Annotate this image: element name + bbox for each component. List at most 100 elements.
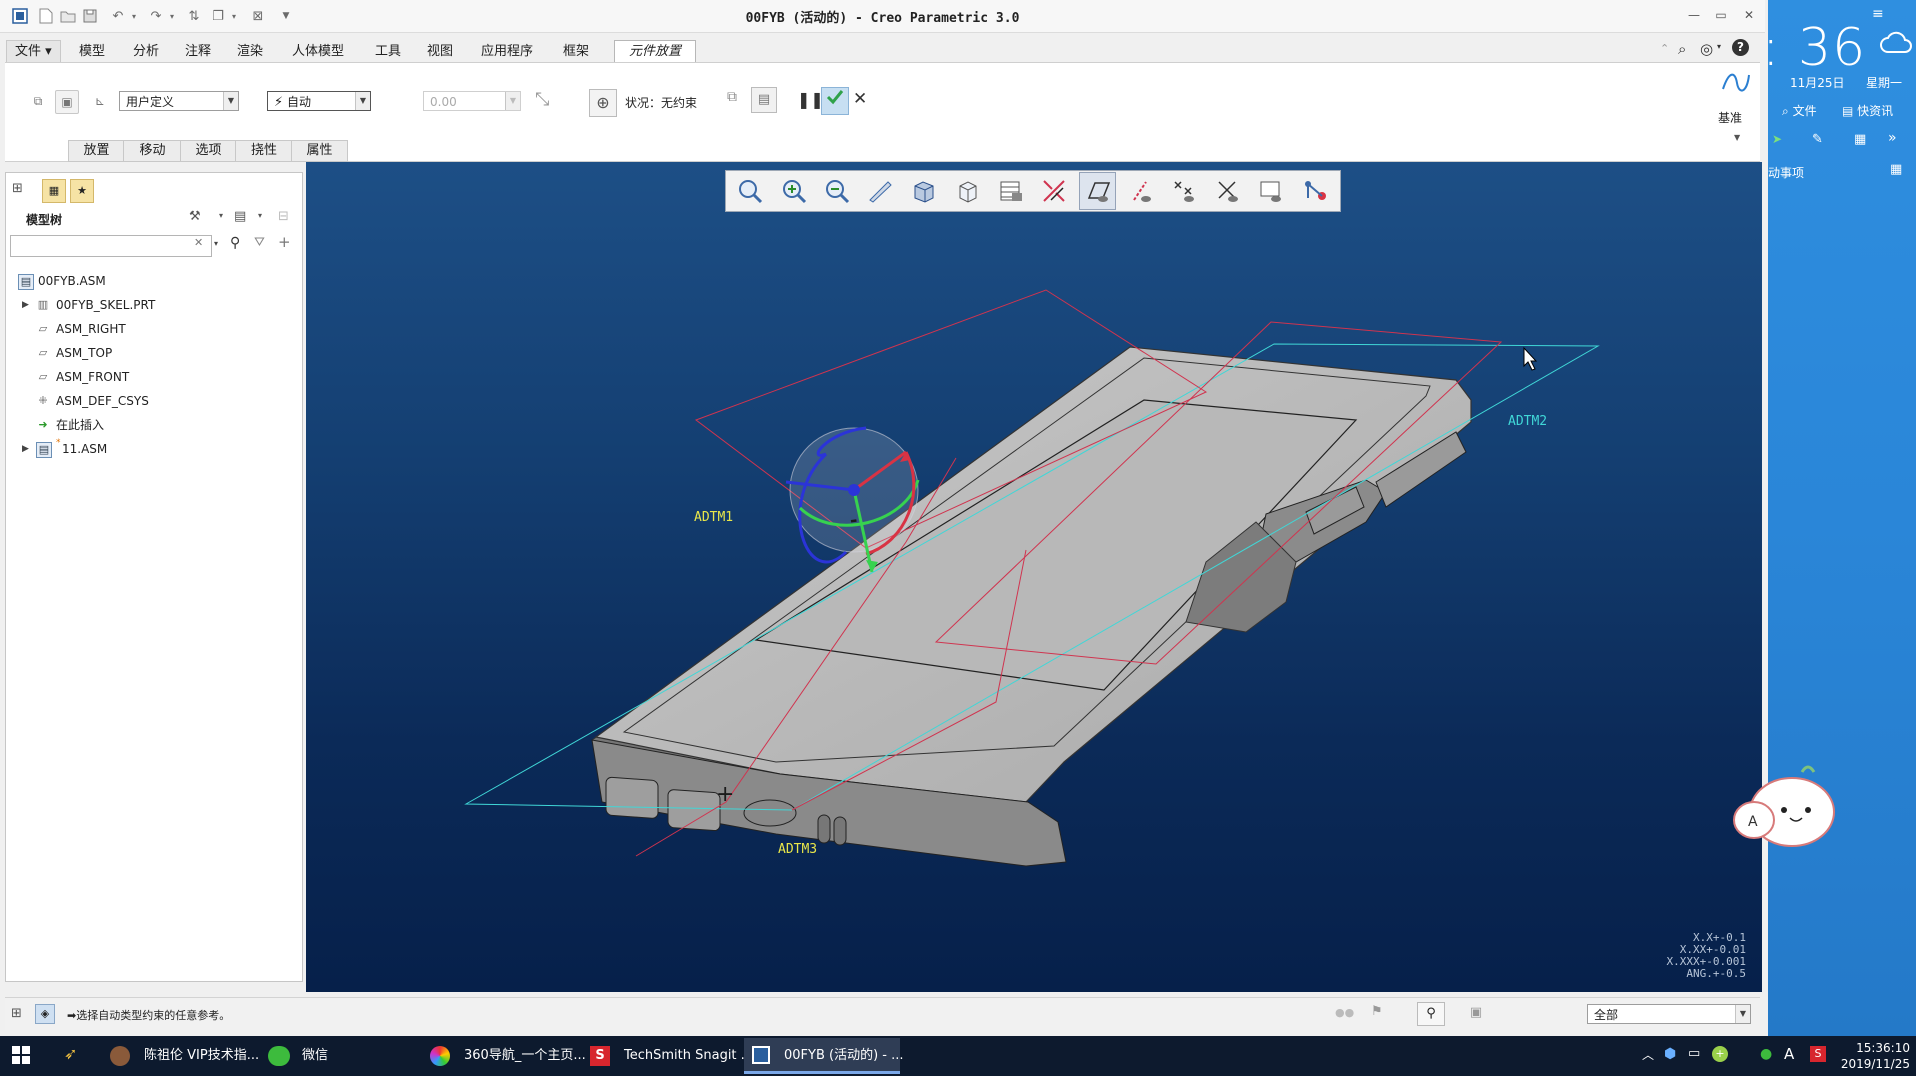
zoom-out-button[interactable] — [819, 172, 855, 210]
tree-columns-icon[interactable]: ▤ — [234, 209, 246, 224]
datum-label-adtm1[interactable]: ADTM1 — [694, 510, 733, 525]
widget-file-button[interactable]: ⌕ 文件 — [1782, 102, 1817, 119]
tree-settings-dropdown-icon[interactable]: ▾ — [219, 211, 223, 220]
tab-flexibility[interactable]: 挠性 — [235, 140, 293, 162]
tab-tools[interactable]: 工具 — [366, 40, 410, 64]
assembly-window-icon[interactable]: ▤ — [751, 87, 777, 113]
tab-render[interactable]: 渲染 — [228, 40, 272, 64]
move-dragger-icon[interactable]: ⊕ — [589, 89, 617, 117]
cancel-button[interactable]: ✕ — [853, 89, 867, 109]
taskbar-item-snagit[interactable]: S TechSmith Snagit ... — [584, 1038, 753, 1074]
repaint-button[interactable] — [862, 172, 898, 210]
tab-analysis[interactable]: 分析 — [124, 40, 168, 64]
expand-icon[interactable]: ▶ — [22, 437, 32, 461]
axis-display-button[interactable] — [1123, 172, 1159, 210]
tab-annotate[interactable]: 注释 — [176, 40, 220, 64]
show-icon[interactable]: ⊟ — [278, 209, 289, 224]
find-icon[interactable]: ⚲ — [230, 235, 240, 251]
show-hidden-icons-icon[interactable]: ︿ — [1642, 1046, 1654, 1063]
datum-icon[interactable] — [1721, 71, 1751, 98]
tab-manikin[interactable]: 人体模型 — [283, 40, 353, 64]
ime-indicator[interactable]: A — [1784, 1045, 1794, 1063]
collapse-ribbon-icon[interactable]: ⌃ — [1660, 42, 1669, 55]
use-interface-constraints-icon[interactable]: ⧉ — [27, 90, 49, 112]
clear-search-icon[interactable]: ✕ — [194, 236, 203, 249]
constraint-type-select[interactable]: ⚡ 自动 ▼ — [267, 91, 371, 111]
arrow-right-icon[interactable]: ➤ — [1772, 132, 1782, 146]
tray-wechat-icon[interactable]: ● — [1760, 1046, 1772, 1062]
datum-dropdown-icon[interactable]: ▼ — [1734, 133, 1740, 142]
tray-security-icon[interactable]: + — [1712, 1046, 1728, 1062]
flag-icon[interactable]: ⚑ — [1371, 1004, 1383, 1019]
tab-placement[interactable]: 放置 — [68, 140, 125, 162]
widget-news-button[interactable]: ▤ 快资讯 — [1842, 102, 1893, 119]
tray-sogou-icon[interactable]: S — [1810, 1046, 1826, 1062]
point-display-button[interactable] — [1166, 172, 1202, 210]
tree-settings-icon[interactable]: ⚒ — [189, 209, 201, 224]
minimize-button[interactable]: — — [1685, 8, 1703, 24]
separate-window-icon[interactable]: ⧉ — [727, 89, 737, 105]
selection-filter-select[interactable]: 全部 ▼ — [1587, 1004, 1751, 1024]
tab-options[interactable]: 选项 — [180, 140, 237, 162]
filter-icon[interactable]: ⛛ — [254, 235, 265, 250]
calendar-icon[interactable]: ▦ — [1854, 132, 1866, 147]
tree-columns-dropdown-icon[interactable]: ▾ — [258, 211, 262, 220]
community-dropdown-icon[interactable]: ▾ — [1717, 42, 1721, 51]
datum-label-adtm2[interactable]: ADTM2 — [1508, 414, 1547, 429]
refit-button[interactable] — [732, 172, 768, 210]
model-tree-tab-icon[interactable]: ⊞ — [12, 181, 32, 201]
tab-properties[interactable]: 属性 — [291, 140, 348, 162]
tab-framework[interactable]: 框架 — [554, 40, 598, 64]
maximize-button[interactable]: ▭ — [1712, 8, 1730, 24]
graphics-viewport[interactable]: - + ADTM1 ADTM2 ADTM3 X.X+-0.1 X.XX+-0.0… — [306, 162, 1762, 992]
tab-move[interactable]: 移动 — [123, 140, 182, 162]
tab-view[interactable]: 视图 — [418, 40, 462, 64]
datum-label[interactable]: 基准 — [1718, 109, 1742, 126]
network-icon[interactable]: ▭ — [1688, 1046, 1700, 1061]
csys-display-button[interactable] — [1210, 172, 1246, 210]
expand-icon[interactable]: ▶ — [22, 293, 32, 317]
model-tree-search-input[interactable] — [10, 235, 212, 257]
taskbar-item-wechat[interactable]: 微信 — [262, 1038, 412, 1074]
view-manager-button[interactable] — [993, 172, 1029, 210]
plane-display-button[interactable] — [1079, 172, 1116, 210]
connection-type-icon[interactable]: ⊾ — [89, 90, 111, 112]
selection-buffer-icon[interactable]: ▣ — [1465, 1002, 1487, 1024]
search-options-dropdown-icon[interactable]: ▾ — [214, 239, 218, 248]
add-icon[interactable]: + — [278, 233, 291, 251]
zoom-in-button[interactable] — [775, 172, 811, 210]
menu-icon[interactable]: ≡ — [1872, 6, 1884, 22]
todo-label[interactable]: 动事项 — [1768, 164, 1804, 181]
use-placement-constraints-icon[interactable]: ▣ — [55, 90, 79, 114]
taskbar-item-browser[interactable]: 陈祖伦 VIP技术指... — [104, 1038, 259, 1074]
tab-component-placement[interactable]: 元件放置 — [614, 40, 697, 63]
annotation-display-button[interactable] — [1253, 172, 1289, 210]
tab-file[interactable]: 文件 ▾ — [6, 40, 61, 64]
taskbar-clock[interactable]: 15:36:10 2019/11/25 — [1836, 1040, 1910, 1072]
datum-display-filters-button[interactable] — [1036, 172, 1072, 210]
tray-app-icon[interactable]: ⬢ — [1664, 1046, 1676, 1062]
display-style-button[interactable] — [906, 172, 942, 210]
help-icon[interactable]: ? — [1732, 39, 1749, 56]
flip-constraint-icon[interactable]: ⤡ — [535, 89, 549, 110]
taskbar-item-creo[interactable]: 00FYB (活动的) - ... — [744, 1038, 904, 1074]
favorites-tab-icon[interactable]: ★ — [70, 179, 94, 203]
datum-label-adtm3[interactable]: ADTM3 — [778, 842, 817, 857]
saved-orientations-button[interactable] — [949, 172, 985, 210]
tab-applications[interactable]: 应用程序 — [472, 40, 542, 64]
spin-center-button[interactable] — [1296, 172, 1332, 210]
expand-icon[interactable]: » — [1888, 130, 1897, 146]
find-button[interactable]: ⚲ — [1417, 1002, 1445, 1026]
mascot-sticker[interactable]: A — [1732, 760, 1842, 853]
offset-input[interactable]: 0.00 ▼ — [423, 91, 521, 111]
recording-icon[interactable]: ●● — [1335, 1006, 1354, 1019]
browser-toggle-icon[interactable]: ◈ — [35, 1004, 55, 1024]
taskbar-item-360[interactable]: 360导航_一个主页... — [424, 1038, 586, 1074]
accept-button[interactable] — [821, 87, 849, 115]
qr-code-icon[interactable]: ▦ — [1890, 162, 1902, 177]
community-icon[interactable]: ◎ — [1700, 40, 1713, 58]
navigator-toggle-icon[interactable]: ⊞ — [11, 1006, 22, 1021]
pause-button[interactable]: ❚❚ — [797, 90, 824, 109]
pinned-app-icon[interactable]: ➶ — [64, 1044, 77, 1063]
connection-type-select[interactable]: 用户定义 ▼ — [119, 91, 239, 111]
